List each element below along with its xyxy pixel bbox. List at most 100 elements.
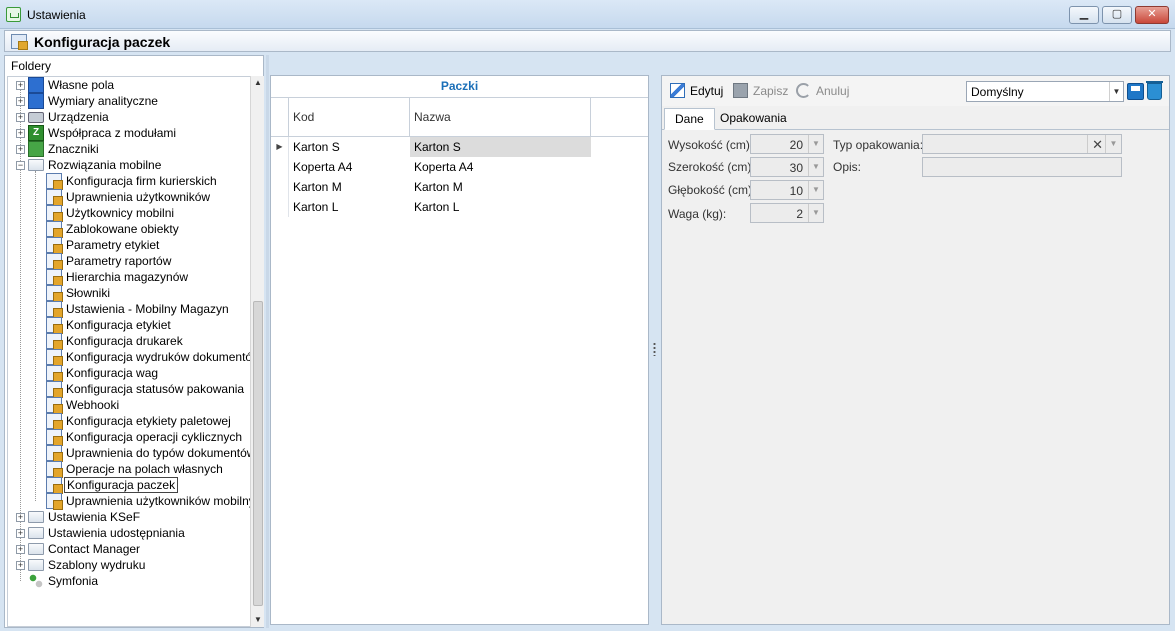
- cell-nazwa[interactable]: Karton L: [410, 197, 591, 217]
- expand-icon[interactable]: +: [16, 545, 25, 554]
- config-icon: [46, 189, 63, 206]
- delete-layout-button[interactable]: [1146, 81, 1163, 100]
- tab-dane[interactable]: Dane: [664, 108, 715, 130]
- tree-item[interactable]: + Ustawienia udostępniania: [8, 525, 250, 541]
- chevron-down-icon[interactable]: ▼: [808, 158, 823, 176]
- collapse-icon[interactable]: −: [16, 161, 25, 170]
- config-icon: [46, 269, 63, 286]
- tree-item[interactable]: Zablokowane obiekty: [8, 221, 250, 238]
- chevron-down-icon[interactable]: ▼: [808, 181, 823, 199]
- close-button[interactable]: ✕: [1135, 6, 1169, 24]
- tree-item[interactable]: Konfiguracja firm kurierskich: [8, 173, 250, 190]
- cell-kod[interactable]: Karton S: [293, 137, 340, 157]
- tree-item[interactable]: + Z Współpraca z modułami: [8, 125, 250, 141]
- chevron-down-icon[interactable]: ▼: [1105, 135, 1121, 153]
- tree-item[interactable]: Webhooki: [8, 397, 250, 414]
- cell-kod[interactable]: Karton M: [293, 177, 342, 197]
- tree-item[interactable]: + Znaczniki: [8, 141, 250, 157]
- cell-kod[interactable]: Karton L: [293, 197, 338, 217]
- maximize-button[interactable]: ▢: [1102, 6, 1132, 24]
- tree-item-label: Konfiguracja drukarek: [66, 334, 183, 348]
- tree-item[interactable]: + Własne pola: [8, 77, 250, 93]
- cell-nazwa[interactable]: Koperta A4: [410, 157, 591, 177]
- tree-item[interactable]: + Ustawienia KSeF: [8, 509, 250, 525]
- column-header-kod[interactable]: Kod: [289, 98, 410, 137]
- folders-tree: + Własne pola + Wymiary analityczne + Urządze…: [7, 76, 251, 627]
- tab-opakowania[interactable]: Opakowania: [710, 108, 797, 130]
- tree-item[interactable]: Operacje na polach własnych: [8, 461, 250, 478]
- minimize-button[interactable]: ▁: [1069, 6, 1099, 24]
- tree-item[interactable]: Słowniki: [8, 285, 250, 302]
- table-row[interactable]: Koperta A4 Koperta A4: [271, 157, 591, 177]
- tree-item[interactable]: + Contact Manager: [8, 541, 250, 557]
- width-input[interactable]: 30 ▼: [750, 157, 824, 177]
- chevron-down-icon[interactable]: ▼: [1109, 82, 1123, 101]
- tree-item[interactable]: Konfiguracja wag: [8, 365, 250, 382]
- expand-icon[interactable]: +: [16, 529, 25, 538]
- chevron-down-icon[interactable]: ▼: [808, 135, 823, 153]
- tree-item[interactable]: Konfiguracja wydruków dokumentów: [8, 349, 250, 366]
- tree-item[interactable]: Konfiguracja paczek: [8, 477, 250, 494]
- expand-icon[interactable]: +: [16, 129, 25, 138]
- expand-icon[interactable]: +: [16, 561, 25, 570]
- tree-item[interactable]: Konfiguracja operacji cyklicznych: [8, 429, 250, 446]
- folder-icon: [28, 543, 44, 555]
- tree-item[interactable]: Hierarchia magazynów: [8, 269, 250, 286]
- tree-item[interactable]: Konfiguracja etykiet: [8, 317, 250, 334]
- tree-item[interactable]: Uprawnienia użytkowników mobilnych: [8, 493, 250, 510]
- tree-item[interactable]: Konfiguracja statusów pakowania: [8, 381, 250, 398]
- clear-icon[interactable]: ✕: [1092, 137, 1103, 153]
- row-indicator: [271, 177, 289, 197]
- row-indicator: [271, 157, 289, 177]
- scroll-up-arrow-icon[interactable]: ▲: [251, 76, 265, 90]
- tree-item[interactable]: Parametry etykiet: [8, 237, 250, 254]
- config-icon: [46, 381, 63, 398]
- expand-icon[interactable]: +: [16, 81, 25, 90]
- width-value: 30: [789, 161, 803, 175]
- table-row[interactable]: Karton L Karton L: [271, 197, 591, 217]
- tree-item[interactable]: Konfiguracja etykiety paletowej: [8, 413, 250, 430]
- tree-item[interactable]: + Wymiary analityczne: [8, 93, 250, 109]
- chevron-down-icon[interactable]: ▼: [808, 204, 823, 222]
- tree-item[interactable]: Symfonia: [8, 573, 250, 589]
- tree-item[interactable]: Uprawnienia do typów dokumentów: [8, 445, 251, 462]
- cell-nazwa[interactable]: Karton M: [410, 177, 591, 197]
- expand-icon[interactable]: +: [16, 145, 25, 154]
- folders-panel: Foldery + Własne pola + Wymiary analityczne…: [4, 55, 264, 628]
- save-layout-button[interactable]: [1127, 83, 1144, 100]
- scrollbar-thumb[interactable]: [253, 301, 263, 606]
- minimize-icon: ▁: [1079, 8, 1089, 20]
- splitter-grip-icon[interactable]: [653, 342, 656, 356]
- expand-icon[interactable]: +: [16, 513, 25, 522]
- tree-item[interactable]: + Szablony wydruku: [8, 557, 250, 573]
- description-input[interactable]: [922, 157, 1122, 177]
- table-row[interactable]: Karton M Karton M: [271, 177, 591, 197]
- height-input[interactable]: 20 ▼: [750, 134, 824, 154]
- package-type-select[interactable]: ✕ ▼: [922, 134, 1122, 154]
- tree-item[interactable]: + Urządzenia: [8, 109, 250, 125]
- tree-item[interactable]: Ustawienia - Mobilny Magazyn: [8, 301, 250, 318]
- weight-input[interactable]: 2 ▼: [750, 203, 824, 223]
- cell-kod[interactable]: Koperta A4: [293, 157, 352, 177]
- weight-label: Waga (kg):: [668, 207, 727, 221]
- cell-nazwa[interactable]: Karton S: [410, 137, 591, 157]
- tree-item-label: Współpraca z modułami: [48, 126, 177, 140]
- packages-grid-panel: Paczki Kod Nazwa ▶ Karton S Karton S Kopert…: [270, 75, 649, 625]
- expand-icon[interactable]: +: [16, 113, 25, 122]
- column-header-nazwa[interactable]: Nazwa: [410, 98, 591, 137]
- expand-icon[interactable]: +: [16, 97, 25, 106]
- tree-item[interactable]: − Rozwiązania mobilne: [8, 157, 250, 173]
- table-row[interactable]: ▶ Karton S Karton S: [271, 137, 591, 157]
- tree-item[interactable]: Uprawnienia użytkowników: [8, 189, 250, 206]
- panel-splitter[interactable]: [266, 55, 269, 628]
- tree-scrollbar[interactable]: ▲ ▼: [250, 76, 264, 627]
- tree-item[interactable]: Użytkownicy mobilni: [8, 205, 250, 222]
- depth-input[interactable]: 10 ▼: [750, 180, 824, 200]
- tree-item-label: Urządzenia: [48, 110, 109, 124]
- tree-item[interactable]: Parametry raportów: [8, 253, 250, 270]
- scroll-down-arrow-icon[interactable]: ▼: [251, 613, 265, 627]
- tree-item-label: Uprawnienia do typów dokumentów: [66, 446, 251, 460]
- config-icon: [46, 429, 63, 446]
- tree-item[interactable]: Konfiguracja drukarek: [8, 333, 250, 350]
- layout-select[interactable]: Domyślny ▼: [966, 81, 1124, 102]
